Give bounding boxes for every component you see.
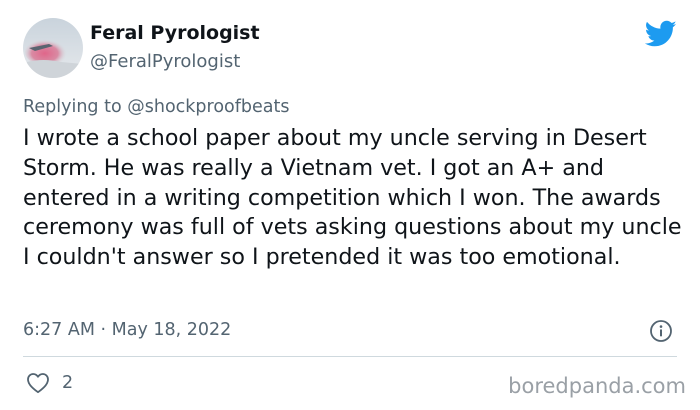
twitter-bird-icon[interactable] (644, 20, 677, 48)
replying-prefix: Replying to (23, 97, 122, 117)
tweet-timestamp[interactable]: 6:27 AM · May 18, 2022 (23, 320, 231, 340)
avatar[interactable] (23, 18, 83, 78)
display-name[interactable]: Feral Pyrologist (90, 22, 260, 44)
divider (23, 356, 677, 357)
tweet-text: I wrote a school paper about my uncle se… (23, 125, 682, 271)
watermark: boredpanda.com (508, 374, 686, 398)
info-icon[interactable] (649, 319, 673, 343)
heart-icon[interactable] (26, 372, 50, 394)
user-handle[interactable]: @FeralPyrologist (90, 51, 240, 72)
replying-to: Replying to @shockproofbeats (23, 97, 290, 117)
reply-mention-link[interactable]: @shockproofbeats (127, 97, 289, 117)
tweet-card: Feral Pyrologist @FeralPyrologist Replyi… (0, 0, 700, 410)
like-count: 2 (62, 373, 74, 393)
